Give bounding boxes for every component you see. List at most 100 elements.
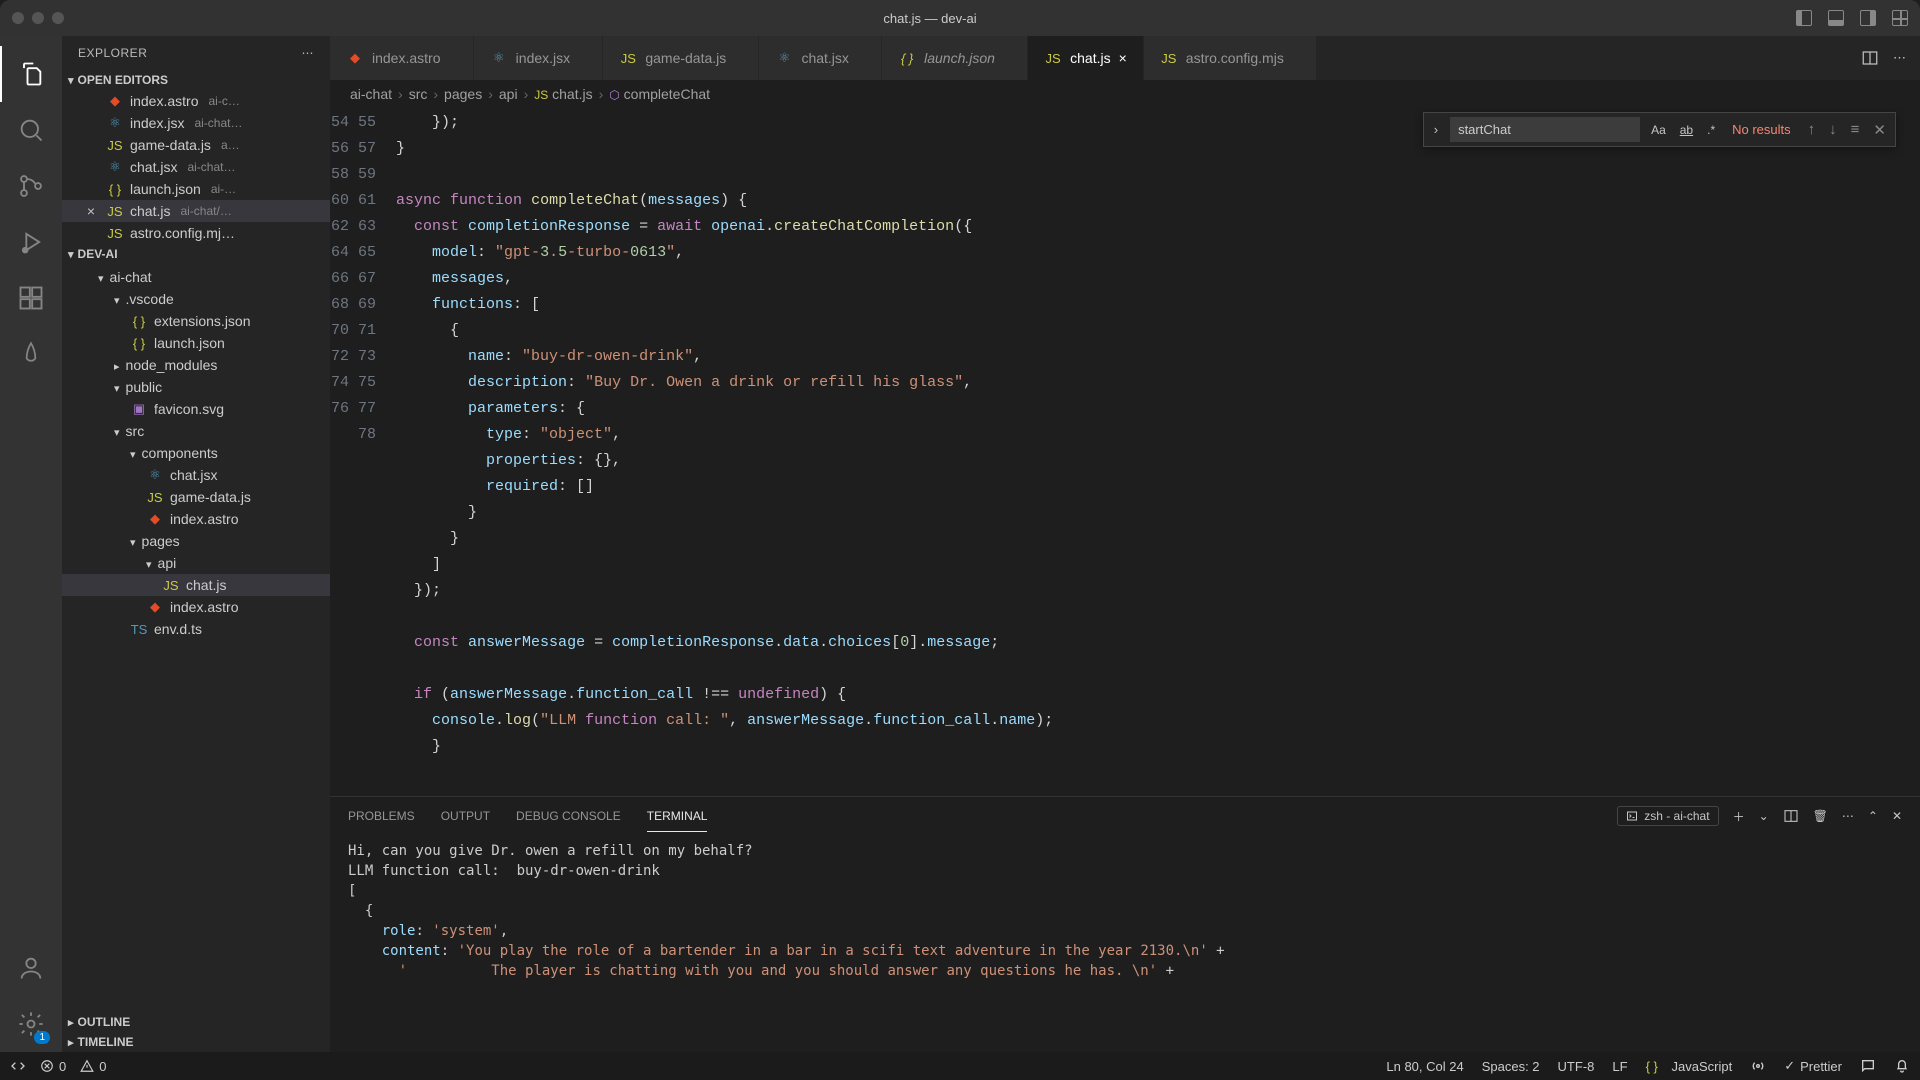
terminal-dropdown-icon[interactable]: ⌄	[1759, 809, 1769, 823]
find-next-icon[interactable]: ↓	[1826, 121, 1840, 138]
open-editors-section[interactable]: OPEN EDITORS	[62, 70, 330, 90]
folder-item[interactable]: .vscode	[62, 288, 330, 310]
breadcrumb-item[interactable]: api	[499, 86, 518, 102]
terminal-output[interactable]: Hi, can you give Dr. owen a refill on my…	[330, 835, 1920, 1052]
timeline-label: TIMELINE	[78, 1035, 134, 1049]
status-prettier[interactable]: ✓ Prettier	[1784, 1058, 1842, 1074]
status-language[interactable]: { } JavaScript	[1646, 1059, 1733, 1074]
breadcrumb-item[interactable]: JS chat.js	[534, 86, 592, 102]
breadcrumb-item[interactable]: ai-chat	[350, 86, 392, 102]
close-panel-icon[interactable]: ✕	[1892, 809, 1902, 823]
tab-close-icon[interactable]: ×	[1119, 50, 1127, 66]
status-warnings[interactable]: 0	[80, 1059, 106, 1074]
breadcrumb-item[interactable]: src	[409, 86, 428, 102]
open-editor-item[interactable]: JS game-data.js a…	[62, 134, 330, 156]
activity-source-control[interactable]	[0, 158, 62, 214]
breadcrumb-item[interactable]: ⬡ completeChat	[609, 86, 710, 102]
open-editor-item[interactable]: × JS chat.js ai-chat/…	[62, 200, 330, 222]
status-bell-icon[interactable]	[1894, 1058, 1910, 1074]
whole-word-icon[interactable]: ab	[1677, 121, 1696, 139]
explorer-more-icon[interactable]: ⋯	[302, 46, 315, 60]
panel-tab[interactable]: OUTPUT	[441, 801, 490, 831]
breadcrumbs[interactable]: ai-chat›src›pages›api›JS chat.js›⬡ compl…	[330, 80, 1920, 108]
terminal-picker[interactable]: zsh - ai-chat	[1617, 806, 1718, 826]
folder-item[interactable]: ai-chat	[62, 266, 330, 288]
open-editor-item[interactable]: ⚛ index.jsx ai-chat…	[62, 112, 330, 134]
panel-tab[interactable]: TERMINAL	[647, 801, 708, 832]
file-item[interactable]: ◆ index.astro	[62, 508, 330, 530]
activity-run-debug[interactable]	[0, 214, 62, 270]
toggle-secondary-sidebar-icon[interactable]	[1860, 10, 1876, 26]
activity-accounts[interactable]	[0, 940, 62, 996]
status-spaces[interactable]: Spaces: 2	[1482, 1059, 1540, 1074]
split-editor-icon[interactable]	[1861, 49, 1879, 67]
activity-astro[interactable]	[0, 326, 62, 382]
close-icon[interactable]: ×	[82, 203, 100, 219]
open-editor-item[interactable]: ◆ index.astro ai-c…	[62, 90, 330, 112]
new-terminal-icon[interactable]: ＋	[1733, 808, 1745, 825]
status-remote[interactable]	[10, 1058, 26, 1074]
editor-tab[interactable]: ◆ index.astro ×	[330, 36, 474, 80]
editor-tab[interactable]: ⚛ index.jsx ×	[474, 36, 604, 80]
activity-search[interactable]	[0, 102, 62, 158]
kill-terminal-icon[interactable]: 🗑	[1813, 809, 1828, 823]
tab-more-icon[interactable]: ⋯	[1893, 50, 1906, 66]
folder-item[interactable]: components	[62, 442, 330, 464]
status-feedback-icon[interactable]	[1860, 1058, 1876, 1074]
open-editor-item[interactable]: { } launch.json ai-…	[62, 178, 330, 200]
file-label: chat.jsx	[170, 467, 217, 483]
regex-icon[interactable]: .*	[1704, 121, 1718, 139]
file-item[interactable]: { } launch.json	[62, 332, 330, 354]
maximize-window-button[interactable]	[52, 12, 64, 24]
file-item[interactable]: { } extensions.json	[62, 310, 330, 332]
editor-tab[interactable]: { } launch.json ×	[882, 36, 1028, 80]
project-section[interactable]: DEV-AI	[62, 244, 330, 264]
status-eol[interactable]: LF	[1612, 1059, 1627, 1074]
status-radio-icon[interactable]	[1750, 1058, 1766, 1074]
editor-tab[interactable]: JS chat.js ×	[1028, 36, 1144, 80]
editor-tab[interactable]: JS game-data.js ×	[603, 36, 759, 80]
editor-body[interactable]: 54 55 56 57 58 59 60 61 62 63 64 65 66 6…	[330, 108, 1920, 796]
activity-explorer[interactable]	[0, 46, 62, 102]
file-item[interactable]: ▣ favicon.svg	[62, 398, 330, 420]
status-errors[interactable]: 0	[40, 1059, 66, 1074]
find-selection-icon[interactable]: ≡	[1848, 121, 1863, 138]
panel-more-icon[interactable]: ⋯	[1842, 809, 1854, 823]
activity-settings[interactable]: 1	[0, 996, 62, 1052]
file-item[interactable]: ⚛ chat.jsx	[62, 464, 330, 486]
toggle-panel-icon[interactable]	[1828, 10, 1844, 26]
status-cursor[interactable]: Ln 80, Col 24	[1386, 1059, 1463, 1074]
split-terminal-icon[interactable]	[1783, 808, 1799, 824]
editor-tab[interactable]: JS astro.config.mjs ×	[1144, 36, 1317, 80]
panel-tab[interactable]: DEBUG CONSOLE	[516, 801, 621, 831]
toggle-primary-sidebar-icon[interactable]	[1796, 10, 1812, 26]
code-content[interactable]: }); } async function completeChat(messag…	[396, 108, 1920, 796]
folder-item[interactable]: public	[62, 376, 330, 398]
folder-item[interactable]: node_modules	[62, 354, 330, 376]
open-editor-item[interactable]: ⚛ chat.jsx ai-chat…	[62, 156, 330, 178]
activity-extensions[interactable]	[0, 270, 62, 326]
customize-layout-icon[interactable]	[1892, 10, 1908, 26]
outline-section[interactable]: OUTLINE	[62, 1012, 330, 1032]
folder-item[interactable]: pages	[62, 530, 330, 552]
file-item[interactable]: TS env.d.ts	[62, 618, 330, 640]
close-window-button[interactable]	[12, 12, 24, 24]
match-case-icon[interactable]: Aa	[1648, 121, 1669, 139]
breadcrumb-item[interactable]: pages	[444, 86, 482, 102]
file-item[interactable]: JS game-data.js	[62, 486, 330, 508]
timeline-section[interactable]: TIMELINE	[62, 1032, 330, 1052]
find-input[interactable]	[1450, 117, 1640, 142]
status-encoding[interactable]: UTF-8	[1558, 1059, 1595, 1074]
find-close-icon[interactable]: ✕	[1870, 121, 1889, 139]
find-expand-icon[interactable]: ›	[1430, 122, 1442, 137]
file-item[interactable]: ◆ index.astro	[62, 596, 330, 618]
file-item[interactable]: JS chat.js	[62, 574, 330, 596]
open-editor-item[interactable]: JS astro.config.mj…	[62, 222, 330, 244]
find-prev-icon[interactable]: ↑	[1805, 121, 1819, 138]
editor-tab[interactable]: ⚛ chat.jsx ×	[759, 36, 882, 80]
minimize-window-button[interactable]	[32, 12, 44, 24]
folder-item[interactable]: src	[62, 420, 330, 442]
panel-tab[interactable]: PROBLEMS	[348, 801, 415, 831]
maximize-panel-icon[interactable]: ⌃	[1868, 809, 1878, 823]
folder-item[interactable]: api	[62, 552, 330, 574]
